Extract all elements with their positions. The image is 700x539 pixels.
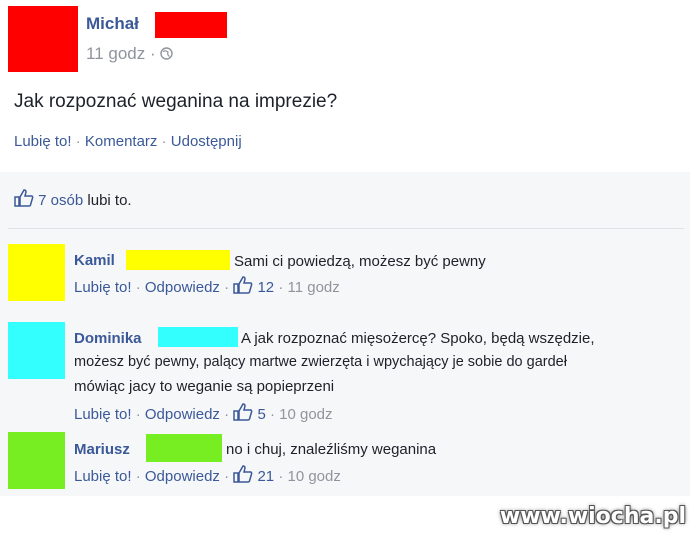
comment-author-mariusz[interactable]: Mariusz: [74, 441, 130, 458]
comment-time[interactable]: 10 godz: [279, 406, 332, 423]
comment-text: Sami ci powiedzą, możesz być pewny: [234, 253, 486, 270]
comment-text: no i chuj, znaleźliśmy weganina: [226, 441, 437, 458]
redacted-surname: [158, 327, 238, 347]
comment-time[interactable]: 11 godz: [287, 279, 339, 296]
comment-likes-count[interactable]: 12: [257, 279, 274, 296]
likes-suffix: lubi to.: [87, 192, 132, 209]
post-timestamp[interactable]: 11 godz ·: [86, 44, 174, 64]
comment-like-button[interactable]: Lubię to!: [74, 279, 132, 296]
comment-actions: Lubię to! · Odpowiedz · 21 · 10 godz: [74, 465, 341, 487]
comment-like-button[interactable]: Lubię to!: [74, 468, 132, 485]
thumbs-up-icon: [233, 276, 253, 298]
comment-likes-count[interactable]: 21: [257, 468, 274, 485]
comment-avatar-mariusz[interactable]: [8, 432, 65, 489]
author-avatar[interactable]: [8, 6, 78, 72]
comment-text-line1: A jak rozpoznać mięsożercę? Spoko, będą …: [241, 330, 595, 347]
comment-actions: Lubię to! · Odpowiedz · 5 · 10 godz: [74, 403, 333, 425]
thumbs-up-icon: [233, 403, 253, 425]
comment-avatar-dominika[interactable]: [8, 322, 65, 379]
comment-author-kamil[interactable]: Kamil: [74, 252, 115, 269]
globe-icon: [160, 44, 174, 63]
redacted-surname: [126, 250, 230, 270]
comment-reply-button[interactable]: Odpowiedz: [145, 468, 220, 485]
post-text: Jak rozpoznać weganina na imprezie?: [14, 91, 338, 112]
comment-time[interactable]: 10 godz: [287, 468, 340, 485]
comment-actions: Lubię to! · Odpowiedz · 12 · 11 godz: [74, 276, 340, 298]
comment-text-line3: mówiąc jacy to weganie są popieprzeni: [74, 378, 335, 395]
thumbs-up-icon: [233, 465, 253, 487]
likes-summary: 7 osób lubi to.: [14, 189, 132, 211]
watermark: www.wiocha.pl: [499, 504, 686, 529]
share-button[interactable]: Udostępnij: [171, 133, 242, 150]
comment-like-button[interactable]: Lubię to!: [74, 406, 132, 423]
comment-likes-count[interactable]: 5: [257, 406, 265, 423]
comment-avatar-kamil[interactable]: [8, 244, 65, 301]
comment-reply-button[interactable]: Odpowiedz: [145, 406, 220, 423]
comment-text-line2: możesz być pewny, palący martwe zwierzęt…: [74, 354, 567, 370]
redacted-surname: [155, 12, 227, 38]
redacted-surname: [146, 434, 222, 462]
thumbs-up-icon: [14, 189, 34, 211]
post-time: 11 godz: [86, 44, 146, 63]
comment-author-dominika[interactable]: Dominika: [74, 330, 142, 347]
comment-reply-button[interactable]: Odpowiedz: [145, 279, 220, 296]
post-actions: Lubię to! · Komentarz · Udostępnij: [14, 133, 242, 150]
post-author-name[interactable]: Michał: [86, 14, 139, 34]
comment-button[interactable]: Komentarz: [85, 133, 158, 150]
divider: [8, 228, 684, 229]
like-button[interactable]: Lubię to!: [14, 133, 72, 150]
likes-count-link[interactable]: 7 osób: [38, 192, 83, 209]
